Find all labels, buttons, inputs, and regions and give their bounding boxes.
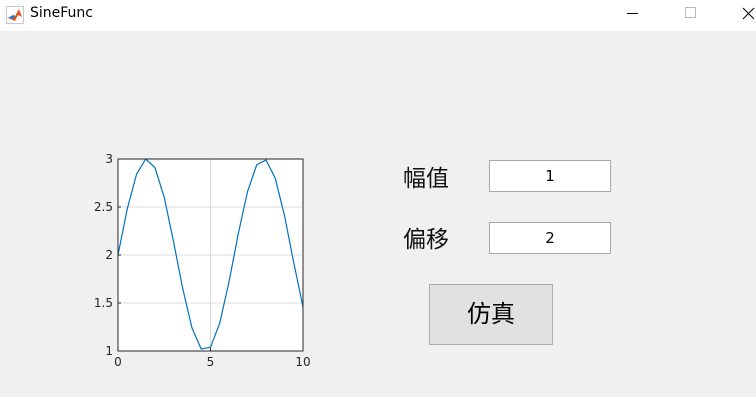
- sine-plot: 0 5 10 1 1.5 2 2.5 3: [90, 148, 330, 378]
- y-tick-label: 3: [105, 152, 113, 166]
- simulate-button[interactable]: 仿真: [429, 284, 553, 345]
- maximize-button[interactable]: [667, 0, 713, 31]
- x-tick-label: 0: [114, 355, 122, 369]
- amplitude-label: 幅值: [403, 166, 449, 192]
- title-bar: SineFunc: [0, 0, 756, 31]
- maximize-icon: [685, 7, 696, 18]
- matlab-logo-icon: [6, 6, 24, 24]
- y-tick-label: 1.5: [94, 296, 113, 310]
- amplitude-field[interactable]: [489, 160, 611, 192]
- offset-field[interactable]: [489, 222, 611, 254]
- minimize-icon: [627, 13, 638, 14]
- offset-label: 偏移: [403, 227, 449, 253]
- x-tick-label: 10: [295, 355, 310, 369]
- minimize-button[interactable]: [609, 0, 655, 31]
- plot-svg: 0 5 10 1 1.5 2 2.5 3: [94, 152, 311, 369]
- close-button[interactable]: [724, 0, 756, 31]
- y-tick-label: 2.5: [94, 200, 113, 214]
- x-tick-label: 5: [207, 355, 215, 369]
- window-title: SineFunc: [30, 5, 93, 21]
- y-tick-label: 1: [105, 344, 113, 358]
- close-icon: [742, 7, 755, 20]
- y-tick-label: 2: [105, 248, 113, 262]
